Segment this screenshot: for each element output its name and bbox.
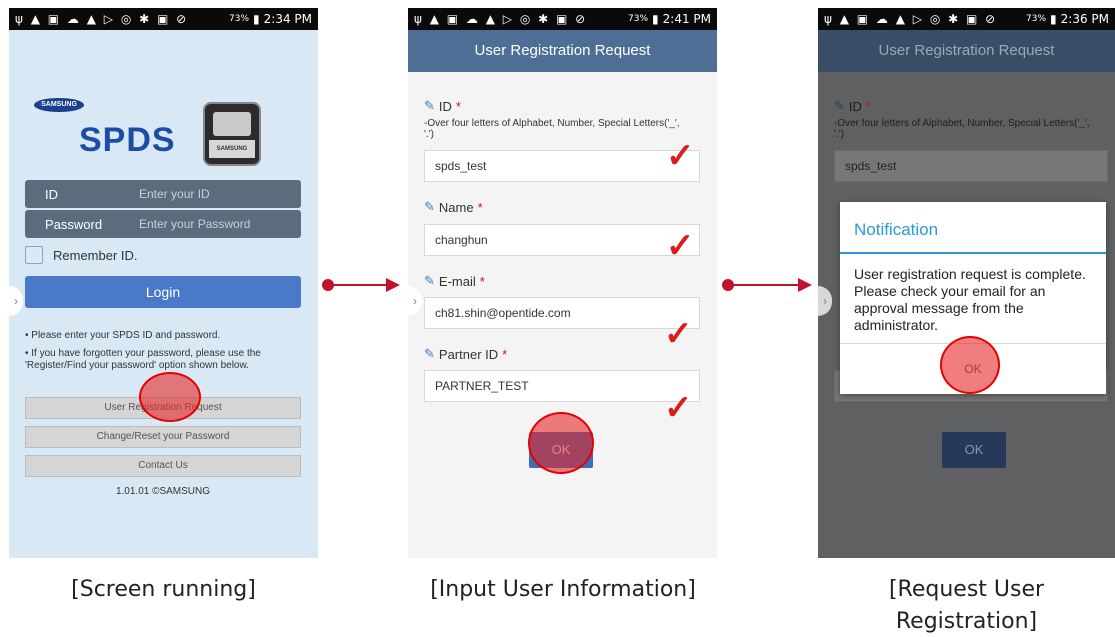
arrow-line [728, 284, 800, 286]
contact-us-button[interactable]: Contact Us [25, 455, 301, 477]
device-slot [213, 112, 251, 136]
status-bar: ψ ▲ ▣ ☁ ▲ ▷ ◎ ✱ ▣ ⊘ 73% ▮ 2:34 PM [9, 8, 318, 30]
caption-input-user-information: [Input User Information] [430, 577, 696, 602]
caption-line-1: [Request User [888, 577, 1045, 602]
id-section-label: ✎ ID * [424, 98, 461, 114]
status-bar: ψ ▲ ▣ ☁ ▲ ▷ ◎ ✱ ▣ ⊘ 73% ▮ 2:41 PM [408, 8, 717, 30]
required-mark: * [477, 199, 483, 215]
id-label: ID [438, 98, 452, 114]
tap-highlight [139, 372, 201, 422]
id-hint: -Over four letters of Alphabet, Number, … [834, 118, 1090, 140]
login-button[interactable]: Login [25, 276, 301, 308]
dialog-title: Notification [840, 202, 1106, 254]
password-field[interactable]: Password Enter your Password [25, 210, 301, 238]
samsung-logo: SAMSUNG [34, 98, 84, 112]
id-input: spds_test [834, 150, 1108, 182]
chevron-right-icon[interactable]: › [408, 286, 422, 316]
checkmark-icon: ✓ [664, 389, 693, 427]
caption-request-user-registration: [Request User Registration] [818, 574, 1115, 637]
background-ok-button: OK [942, 432, 1006, 468]
note-enter-id: • Please enter your SPDS ID and password… [25, 330, 221, 341]
login-notes: • Please enter your SPDS ID and password… [25, 330, 305, 378]
clock: 2:36 PM [1060, 12, 1109, 26]
partner-id-input[interactable]: PARTNER_TEST [424, 370, 700, 402]
chevron-right-icon[interactable]: › [9, 286, 23, 316]
tap-highlight [940, 336, 1000, 394]
remember-id-checkbox[interactable] [25, 246, 43, 264]
arrow-head-icon [386, 278, 400, 292]
pencil-icon: ✎ [424, 273, 435, 288]
partner-section-label: ✎ Partner ID * [424, 346, 507, 362]
checkmark-icon: ✓ [666, 227, 695, 265]
battery-icon: ▮ [652, 12, 659, 26]
id-label: ID [848, 98, 862, 114]
printer-device-image: SAMSUNG [203, 102, 261, 166]
note-forgot-password: • If you have forgotten your password, p… [25, 348, 261, 371]
remember-id-label: Remember ID. [53, 247, 138, 263]
email-input[interactable]: ch81.shin@opentide.com [424, 297, 700, 329]
name-input[interactable]: changhun [424, 224, 700, 256]
password-input[interactable]: Enter your Password [139, 217, 250, 231]
pencil-icon: ✎ [834, 98, 845, 113]
battery-level: 73% [1026, 14, 1047, 24]
step-arrow-2 [722, 278, 814, 292]
caption-line-2: Registration] [895, 609, 1038, 634]
status-icons: ψ ▲ ▣ ☁ ▲ ▷ ◎ ✱ ▣ ⊘ [15, 12, 189, 26]
battery-icon: ▮ [1050, 12, 1057, 26]
step-arrow-1 [322, 278, 402, 292]
chevron-right-icon: › [818, 286, 832, 316]
partner-label: Partner ID [438, 346, 499, 362]
arrow-line [328, 284, 388, 286]
id-input[interactable]: spds_test [424, 150, 700, 182]
spds-logo: SPDS [79, 121, 176, 159]
id-section-label: ✎ ID * [834, 98, 871, 114]
device-label: SAMSUNG [209, 140, 255, 158]
id-hint: -Over four letters of Alphabet, Number, … [424, 118, 680, 140]
status-icons: ψ ▲ ▣ ☁ ▲ ▷ ◎ ✱ ▣ ⊘ [414, 12, 588, 26]
pencil-icon: ✎ [424, 346, 435, 361]
checkmark-icon: ✓ [666, 137, 695, 175]
required-mark: * [865, 98, 871, 114]
required-mark: * [502, 346, 508, 362]
pencil-icon: ✎ [424, 98, 435, 113]
registration-screen: ψ ▲ ▣ ☁ ▲ ▷ ◎ ✱ ▣ ⊘ 73% ▮ 2:41 PM User R… [408, 8, 717, 558]
name-label: Name [438, 199, 474, 215]
name-section-label: ✎ Name * [424, 199, 483, 215]
battery-level: 73% [628, 14, 649, 24]
checkmark-icon: ✓ [664, 315, 693, 353]
required-mark: * [479, 273, 485, 289]
battery-level: 73% [229, 14, 250, 24]
clock: 2:34 PM [263, 12, 312, 26]
id-field[interactable]: ID Enter your ID [25, 180, 301, 208]
notification-screen: ψ ▲ ▣ ☁ ▲ ▷ ◎ ✱ ▣ ⊘ 73% ▮ 2:36 PM User R… [818, 8, 1115, 558]
battery-icon: ▮ [253, 12, 260, 26]
id-label: ID [45, 186, 58, 202]
status-icons: ψ ▲ ▣ ☁ ▲ ▷ ◎ ✱ ▣ ⊘ [824, 12, 998, 26]
id-input[interactable]: Enter your ID [139, 187, 210, 201]
page-title: User Registration Request [818, 30, 1115, 72]
status-bar: ψ ▲ ▣ ☁ ▲ ▷ ◎ ✱ ▣ ⊘ 73% ▮ 2:36 PM [818, 8, 1115, 30]
required-mark: * [455, 98, 461, 114]
email-section-label: ✎ E-mail * [424, 273, 485, 289]
caption-screen-running: [Screen running] [71, 577, 256, 602]
remember-id-row[interactable]: Remember ID. [25, 246, 138, 264]
clock: 2:41 PM [662, 12, 711, 26]
email-label: E-mail [438, 273, 476, 289]
version-label: 1.01.01 ©SAMSUNG [115, 486, 211, 497]
password-label: Password [45, 216, 103, 232]
arrow-head-icon [798, 278, 812, 292]
pencil-icon: ✎ [424, 199, 435, 214]
tap-highlight [528, 412, 594, 474]
login-screen: ψ ▲ ▣ ☁ ▲ ▷ ◎ ✱ ▣ ⊘ 73% ▮ 2:34 PM SAMSUN… [9, 8, 318, 558]
page-title: User Registration Request [408, 30, 717, 72]
dialog-message: User registration request is complete. P… [854, 266, 1086, 333]
change-password-button[interactable]: Change/Reset your Password [25, 426, 301, 448]
